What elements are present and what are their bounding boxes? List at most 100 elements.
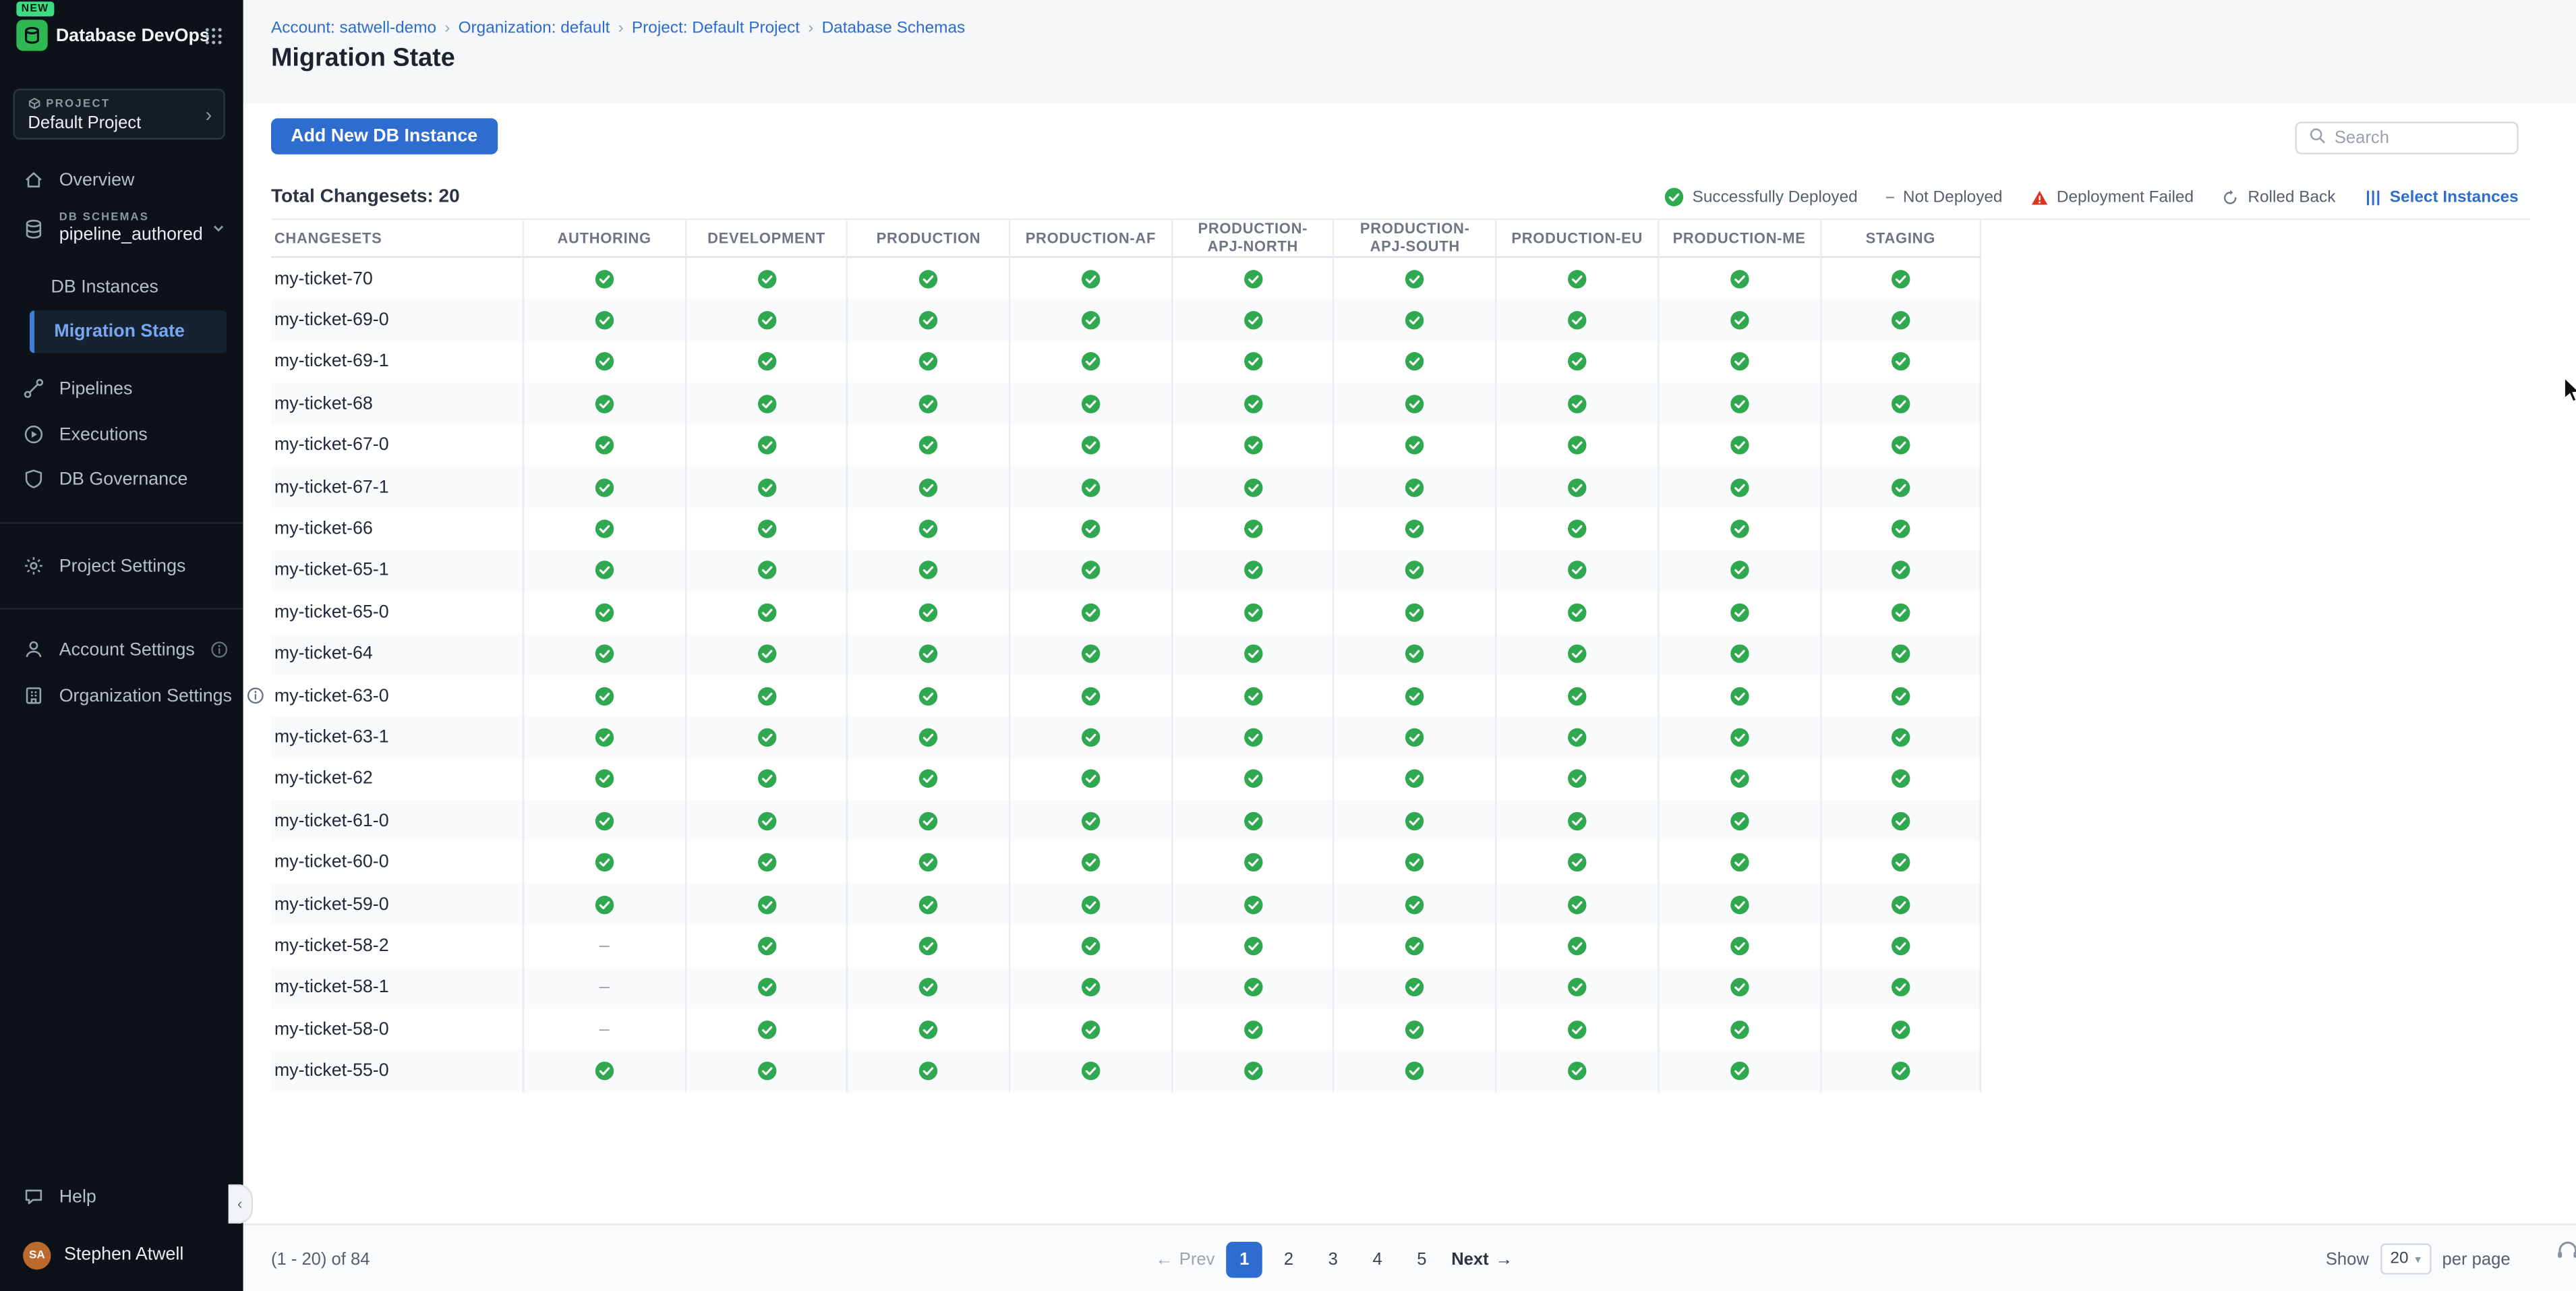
select-instances-button[interactable]: Select Instances — [2364, 188, 2519, 206]
sidebar-item-migration-state[interactable]: Migration State — [30, 310, 227, 353]
info-icon[interactable] — [247, 687, 265, 705]
status-deployed-icon — [1333, 258, 1495, 299]
next-page-button[interactable]: Next → — [1451, 1249, 1513, 1269]
table-row[interactable]: my-ticket-64 — [271, 633, 1982, 675]
sidebar-item-db-instances[interactable]: DB Instances — [0, 266, 243, 308]
add-db-instance-button[interactable]: Add New DB Instance — [271, 118, 497, 154]
table-row[interactable]: my-ticket-55-0 — [271, 1050, 1982, 1092]
sidebar-item-help[interactable]: Help — [0, 1174, 243, 1219]
status-deployed-icon — [684, 1008, 846, 1050]
db-schemas-section-label: DB SCHEMAS — [59, 212, 196, 223]
show-label: Show — [2326, 1249, 2369, 1269]
status-deployed-icon — [1009, 925, 1171, 967]
db-schemas-selected-value: pipeline_authored — [59, 225, 196, 245]
table-row[interactable]: my-ticket-65-1 — [271, 550, 1982, 592]
per-page-label: per page — [2442, 1249, 2511, 1269]
table-row[interactable]: my-ticket-66 — [271, 508, 1982, 550]
status-deployed-icon — [684, 758, 846, 800]
table-row[interactable]: my-ticket-69-0 — [271, 299, 1982, 341]
support-widget-icon[interactable] — [2554, 1237, 2576, 1271]
status-deployed-icon — [684, 341, 846, 383]
changeset-name: my-ticket-67-0 — [271, 425, 523, 467]
sidebar-collapse-handle[interactable]: ‹ — [229, 1184, 254, 1224]
status-deployed-icon — [1658, 633, 1819, 675]
column-header: PRODUCTION-APJ-SOUTH — [1333, 220, 1495, 258]
sidebar-item-pipelines[interactable]: Pipelines — [0, 366, 243, 411]
status-deployed-icon — [1658, 258, 1819, 299]
sidebar-item-label: Help — [59, 1186, 96, 1206]
page-title: Migration State — [271, 45, 455, 74]
project-selector[interactable]: PROJECT Default Project › — [13, 88, 225, 139]
status-deployed-icon — [523, 716, 684, 758]
total-changesets-label: Total Changesets: 20 — [271, 188, 460, 207]
sidebar-item-project-settings[interactable]: Project Settings — [0, 544, 243, 588]
search-icon — [2308, 123, 2326, 153]
status-deployed-icon — [1333, 508, 1495, 550]
table-row[interactable]: my-ticket-58-1– — [271, 967, 1982, 1008]
table-row[interactable]: my-ticket-69-1 — [271, 341, 1982, 383]
status-deployed-icon — [1333, 1008, 1495, 1050]
status-deployed-icon — [1495, 758, 1657, 800]
table-row[interactable]: my-ticket-58-2– — [271, 925, 1982, 967]
table-row[interactable]: my-ticket-68 — [271, 383, 1982, 425]
info-icon[interactable] — [210, 641, 228, 659]
sidebar-item-label: DB Instances — [51, 278, 158, 297]
table-row[interactable]: my-ticket-67-1 — [271, 466, 1982, 508]
breadcrumb-link[interactable]: Account: satwell-demo — [271, 20, 436, 38]
table-row[interactable]: my-ticket-59-0 — [271, 884, 1982, 925]
status-deployed-icon — [684, 800, 846, 842]
user-icon — [23, 639, 45, 660]
table-row[interactable]: my-ticket-58-0– — [271, 1008, 1982, 1050]
column-header: PRODUCTION-APJ-NORTH — [1171, 220, 1333, 258]
sidebar-item-organization-settings[interactable]: Organization Settings — [0, 673, 243, 718]
breadcrumb-separator-icon: › — [618, 20, 624, 38]
breadcrumb-link[interactable]: Organization: default — [459, 20, 610, 38]
status-deployed-icon — [1495, 258, 1657, 299]
sidebar-item-db-governance[interactable]: DB Governance — [0, 457, 243, 501]
status-deployed-icon — [1658, 716, 1819, 758]
status-deployed-icon — [523, 884, 684, 925]
page-button-2[interactable]: 2 — [1270, 1241, 1307, 1278]
status-deployed-icon — [1171, 716, 1333, 758]
status-deployed-icon — [1333, 716, 1495, 758]
status-deployed-icon — [1333, 341, 1495, 383]
changeset-name: my-ticket-70 — [271, 258, 523, 299]
status-deployed-icon — [1495, 341, 1657, 383]
status-deployed-icon — [1171, 299, 1333, 341]
table-row[interactable]: my-ticket-60-0 — [271, 842, 1982, 884]
changeset-name: my-ticket-69-1 — [271, 341, 523, 383]
migration-table-header: CHANGESETSAUTHORINGDEVELOPMENTPRODUCTION… — [271, 220, 1982, 258]
page-button-3[interactable]: 3 — [1315, 1241, 1351, 1278]
pipelines-icon — [23, 378, 45, 399]
table-row[interactable]: my-ticket-67-0 — [271, 425, 1982, 467]
page-size-select[interactable]: 20 ▾ — [2380, 1243, 2431, 1274]
sidebar-item-account-settings[interactable]: Account Settings — [0, 627, 243, 672]
table-row[interactable]: my-ticket-65-0 — [271, 592, 1982, 633]
sidebar-item-executions[interactable]: Executions — [0, 412, 243, 457]
table-row[interactable]: my-ticket-62 — [271, 758, 1982, 800]
page-button-1[interactable]: 1 — [1226, 1241, 1262, 1278]
table-row[interactable]: my-ticket-63-1 — [271, 716, 1982, 758]
status-deployed-icon — [1333, 842, 1495, 884]
breadcrumb-link[interactable]: Database Schemas — [822, 20, 966, 38]
status-deployed-icon — [1009, 508, 1171, 550]
user-menu[interactable]: SA Stephen Atwell — [0, 1232, 243, 1278]
table-row[interactable]: my-ticket-63-0 — [271, 675, 1982, 717]
sidebar-item-overview[interactable]: Overview — [0, 158, 243, 202]
breadcrumb-separator-icon: › — [808, 20, 813, 38]
table-row[interactable]: my-ticket-70 — [271, 258, 1982, 299]
project-label: PROJECT — [46, 98, 110, 109]
status-deployed-icon — [1495, 967, 1657, 1008]
search-box[interactable] — [2295, 121, 2518, 154]
legend-deployment-failed: Deployment Failed — [2030, 188, 2194, 206]
column-header: AUTHORING — [523, 220, 684, 258]
prev-page-button[interactable]: ← Prev — [1155, 1249, 1214, 1269]
status-deployed-icon — [684, 383, 846, 425]
module-switcher-icon[interactable] — [204, 25, 223, 55]
sidebar-item-db-schemas[interactable]: DB SCHEMAS pipeline_authored — [0, 197, 243, 260]
breadcrumb-link[interactable]: Project: Default Project — [632, 20, 800, 38]
table-row[interactable]: my-ticket-61-0 — [271, 800, 1982, 842]
page-button-5[interactable]: 5 — [1404, 1241, 1440, 1278]
search-input[interactable] — [2335, 128, 2505, 148]
page-button-4[interactable]: 4 — [1359, 1241, 1396, 1278]
